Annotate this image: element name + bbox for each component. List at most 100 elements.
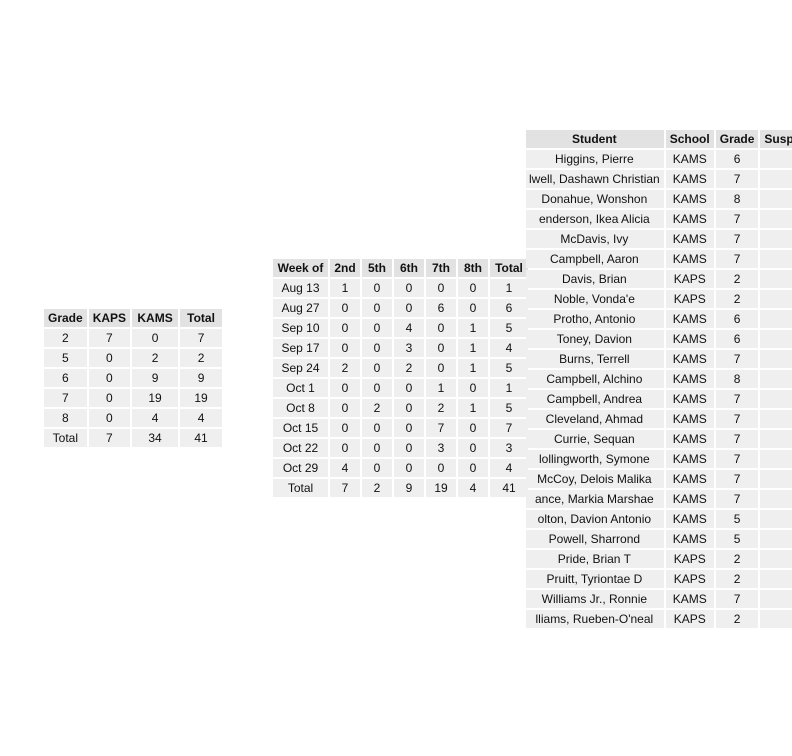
table-cell: 7 xyxy=(715,410,759,428)
table-cell: Aug 13 xyxy=(273,279,328,297)
table-cell xyxy=(760,470,792,488)
table-cell: Protho, Antonio xyxy=(526,310,664,328)
table-cell: KAMS xyxy=(665,430,714,448)
table-cell: 0 xyxy=(362,439,392,457)
table-cell: Campbell, Aaron xyxy=(526,250,664,268)
table-cell: 7 xyxy=(426,419,456,437)
column-header: Susp xyxy=(760,130,792,148)
table-cell: 1 xyxy=(458,339,488,357)
table-row: Pride, Brian T KAPS 2 xyxy=(526,550,792,568)
table-cell xyxy=(760,210,792,228)
table-cell: 7 xyxy=(715,450,759,468)
table-cell: KAPS xyxy=(665,610,714,628)
student-list-table: Student School Grade Susp Higgins, Pierre KA… xyxy=(526,128,792,630)
table-cell: 4 xyxy=(132,409,179,427)
table-row: Oct 29 4 0 0 0 0 4 xyxy=(273,459,528,477)
column-header: Total xyxy=(180,309,223,327)
table-cell: 0 xyxy=(330,439,360,457)
table-cell: 3 xyxy=(426,439,456,457)
table-cell: 2 xyxy=(426,399,456,417)
table-cell: 1 xyxy=(490,379,528,397)
table-cell: 0 xyxy=(330,299,360,317)
table-cell xyxy=(760,330,792,348)
table-cell: 7 xyxy=(330,479,360,497)
table-cell: KAMS xyxy=(665,450,714,468)
table-header-row: Grade KAPS KAMS Total xyxy=(44,309,223,327)
table-cell: 4 xyxy=(394,319,424,337)
table-cell: 0 xyxy=(362,419,392,437)
table-row: Sep 10 0 0 4 0 1 5 xyxy=(273,319,528,337)
table-cell: 7 xyxy=(88,429,131,447)
table-cell: KAMS xyxy=(665,170,714,188)
table-cell: KAMS xyxy=(665,310,714,328)
table-cell: KAMS xyxy=(665,510,714,528)
column-header: 5th xyxy=(362,259,392,277)
table-cell: 0 xyxy=(458,299,488,317)
table-cell xyxy=(760,250,792,268)
table-cell: KAPS xyxy=(665,570,714,588)
table-row: Oct 15 0 0 0 7 0 7 xyxy=(273,419,528,437)
table-cell: Aug 27 xyxy=(273,299,328,317)
table-cell: 0 xyxy=(132,329,179,347)
table-cell xyxy=(760,590,792,608)
table-cell xyxy=(760,370,792,388)
table-row: Pruitt, Tyriontae D KAPS 2 xyxy=(526,570,792,588)
table-cell: Currie, Sequan xyxy=(526,430,664,448)
table-cell xyxy=(760,290,792,308)
table-cell: Oct 29 xyxy=(273,459,328,477)
table-cell: 0 xyxy=(458,279,488,297)
table-row: Protho, Antonio KAMS 6 xyxy=(526,310,792,328)
table-row: Noble, Vonda'e KAPS 2 xyxy=(526,290,792,308)
grade-summary-table: Grade KAPS KAMS Total 2 7 0 7 5 0 2 2 6 0 9 9 7 0 19 19 8 0 4… xyxy=(42,307,224,449)
table-cell xyxy=(760,450,792,468)
table-row: Burns, Terrell KAMS 7 xyxy=(526,350,792,368)
table-cell: 0 xyxy=(394,379,424,397)
table-cell: 0 xyxy=(362,459,392,477)
table-cell: Total xyxy=(273,479,328,497)
table-cell: 0 xyxy=(458,439,488,457)
table-cell: KAMS xyxy=(665,190,714,208)
table-cell: Donahue, Wonshon xyxy=(526,190,664,208)
table-cell: Campbell, Andrea xyxy=(526,390,664,408)
table-cell: KAMS xyxy=(665,370,714,388)
table-cell: 4 xyxy=(330,459,360,477)
table-cell: 2 xyxy=(44,329,87,347)
table-cell: Burns, Terrell xyxy=(526,350,664,368)
table-cell: 0 xyxy=(458,419,488,437)
table-cell: KAMS xyxy=(665,230,714,248)
table-cell: 1 xyxy=(458,319,488,337)
column-header: Student xyxy=(526,130,664,148)
table-cell: 41 xyxy=(180,429,223,447)
table-row: Campbell, Alchino KAMS 8 xyxy=(526,370,792,388)
table-cell: 0 xyxy=(394,419,424,437)
table-cell: 19 xyxy=(180,389,223,407)
table-cell xyxy=(760,350,792,368)
table-cell: 7 xyxy=(715,430,759,448)
table-cell xyxy=(760,410,792,428)
table-cell: 5 xyxy=(44,349,87,367)
table-cell: KAMS xyxy=(665,330,714,348)
table-cell: 8 xyxy=(715,370,759,388)
table-cell: 0 xyxy=(426,319,456,337)
table-cell: 9 xyxy=(132,369,179,387)
table-cell: 0 xyxy=(362,319,392,337)
table-cell: 4 xyxy=(490,459,528,477)
table-cell: Sep 17 xyxy=(273,339,328,357)
column-header: 6th xyxy=(394,259,424,277)
table-cell: Sep 24 xyxy=(273,359,328,377)
column-header: KAMS xyxy=(132,309,179,327)
table-cell: Oct 1 xyxy=(273,379,328,397)
table-cell xyxy=(760,510,792,528)
table-row: ance, Markia Marshae KAMS 7 xyxy=(526,490,792,508)
table-cell: 34 xyxy=(132,429,179,447)
table-cell: KAMS xyxy=(665,150,714,168)
table-cell: 0 xyxy=(330,399,360,417)
table-cell: 0 xyxy=(362,379,392,397)
table-cell: 9 xyxy=(394,479,424,497)
table-cell: olton, Davion Antonio xyxy=(526,510,664,528)
table-row: Aug 27 0 0 0 6 0 6 xyxy=(273,299,528,317)
table-cell: 7 xyxy=(715,170,759,188)
table-cell: 8 xyxy=(44,409,87,427)
table-cell xyxy=(760,170,792,188)
table-cell: 7 xyxy=(715,210,759,228)
